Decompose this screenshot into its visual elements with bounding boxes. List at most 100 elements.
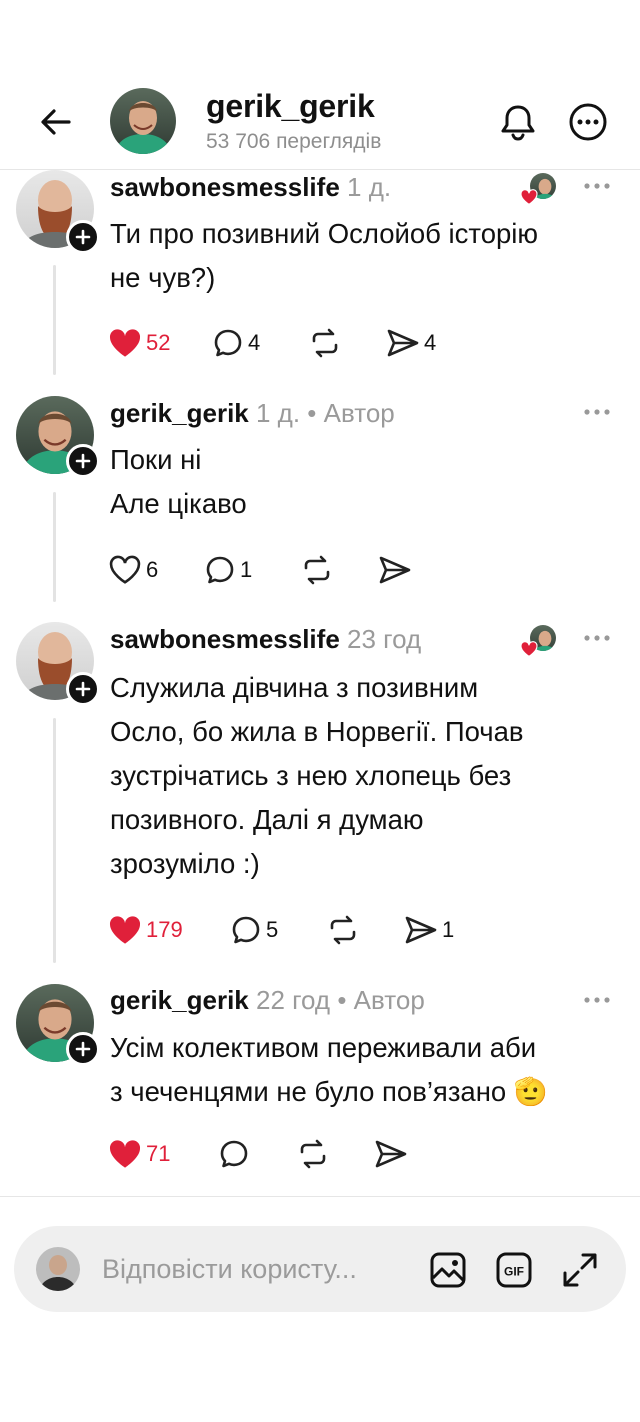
comment-actions: 179 5 1 xyxy=(108,910,484,950)
repost-icon xyxy=(300,1139,326,1169)
repost-icon xyxy=(304,555,330,585)
page-title: gerik_gerik xyxy=(206,88,375,124)
more-icon xyxy=(584,183,610,189)
author-badge: • Автор xyxy=(337,985,425,1015)
share-button[interactable]: 1 xyxy=(404,910,484,950)
like-count: 52 xyxy=(146,330,171,355)
more-icon xyxy=(584,635,610,641)
comment-text: Усім колективом переживали аби з чеченця… xyxy=(110,1032,549,1107)
comment-username[interactable]: sawbonesmesslife xyxy=(110,624,340,654)
comment-text: Поки ні Але цікаво xyxy=(110,444,247,519)
image-icon xyxy=(430,1252,466,1288)
share-button[interactable] xyxy=(378,550,438,590)
comment-actions: 6 1 xyxy=(108,550,438,590)
heart-icon xyxy=(520,641,538,657)
send-icon xyxy=(387,329,419,357)
follow-button[interactable] xyxy=(66,220,100,254)
like-button[interactable]: 179 xyxy=(108,910,230,950)
comment-meta: gerik_gerik 1 д. • Автор xyxy=(110,398,395,429)
gif-icon: GIF xyxy=(496,1252,532,1288)
header-avatar[interactable] xyxy=(110,88,176,154)
comment-meta: sawbonesmesslife 23 год xyxy=(110,624,421,655)
like-button[interactable]: 52 xyxy=(108,323,212,363)
repost-button[interactable] xyxy=(296,1134,374,1174)
follow-button[interactable] xyxy=(66,444,100,478)
like-count: 6 xyxy=(146,557,159,582)
comment-bubble-icon xyxy=(206,556,234,584)
view-count: 53 706 переглядів xyxy=(206,130,382,153)
comment-time: 1 д. xyxy=(347,172,392,202)
reply-composer: GIF xyxy=(14,1226,626,1312)
send-icon xyxy=(375,1140,407,1168)
send-icon xyxy=(405,916,437,944)
svg-text:GIF: GIF xyxy=(504,1265,524,1279)
follow-button[interactable] xyxy=(66,1032,100,1066)
comment-more-button[interactable] xyxy=(578,172,616,200)
heart-icon xyxy=(109,329,141,357)
share-count: 4 xyxy=(424,330,437,355)
reply-button[interactable] xyxy=(218,1134,296,1174)
thread-line xyxy=(53,718,56,963)
comment-more-button[interactable] xyxy=(578,624,616,652)
bell-icon xyxy=(501,105,535,141)
arrow-left-icon xyxy=(41,109,71,135)
plus-icon xyxy=(75,229,91,245)
comment-username[interactable]: sawbonesmesslife xyxy=(110,172,340,202)
reply-button[interactable]: 5 xyxy=(230,910,326,950)
more-icon xyxy=(584,997,610,1003)
reply-count: 1 xyxy=(240,557,253,582)
reply-input[interactable] xyxy=(102,1250,412,1288)
more-options-button[interactable] xyxy=(564,98,612,146)
comment-username[interactable]: gerik_gerik xyxy=(110,985,249,1015)
author-badge: • Автор xyxy=(307,398,395,428)
notifications-button[interactable] xyxy=(494,98,542,146)
comment-bubble-icon xyxy=(214,329,242,357)
like-button[interactable]: 6 xyxy=(108,550,204,590)
reply-button[interactable]: 1 xyxy=(204,550,300,590)
liked-by-author xyxy=(520,623,560,657)
share-button[interactable]: 4 xyxy=(386,323,466,363)
heart-icon xyxy=(109,555,141,584)
divider xyxy=(0,1196,640,1197)
heart-icon xyxy=(109,1140,141,1168)
more-circle-icon xyxy=(569,103,607,141)
comment-text: Служила дівчина з позивним Осло, бо жила… xyxy=(110,672,524,879)
comment-time: 23 год xyxy=(347,624,422,654)
expand-button[interactable] xyxy=(558,1248,602,1292)
expand-icon xyxy=(563,1253,597,1287)
comment-more-button[interactable] xyxy=(578,986,616,1014)
comment-actions: 52 4 4 xyxy=(108,323,466,363)
heart-icon xyxy=(520,189,538,205)
repost-icon xyxy=(312,328,338,358)
repost-button[interactable] xyxy=(326,910,404,950)
share-button[interactable] xyxy=(374,1134,434,1174)
like-button[interactable]: 71 xyxy=(108,1134,218,1174)
back-button[interactable] xyxy=(32,98,80,146)
avatar xyxy=(36,1247,80,1291)
plus-icon xyxy=(75,681,91,697)
comment-meta: sawbonesmesslife 1 д. xyxy=(110,172,391,203)
comment-more-button[interactable] xyxy=(578,398,616,426)
comment-bubble-icon xyxy=(220,1140,248,1168)
repost-button[interactable] xyxy=(308,323,386,363)
repost-button[interactable] xyxy=(300,550,378,590)
plus-icon xyxy=(75,1041,91,1057)
follow-button[interactable] xyxy=(66,672,100,706)
top-bar: gerik_gerik 53 706 переглядів xyxy=(0,0,640,170)
comment-time: 1 д. xyxy=(255,398,301,428)
share-count: 1 xyxy=(442,917,455,942)
thread-line xyxy=(53,492,56,602)
like-count: 179 xyxy=(146,917,183,942)
comment-meta: gerik_gerik 22 год • Автор xyxy=(110,985,425,1016)
reply-count: 5 xyxy=(266,917,279,942)
like-count: 71 xyxy=(146,1141,171,1166)
reply-button[interactable]: 4 xyxy=(212,323,308,363)
heart-icon xyxy=(109,916,141,944)
more-icon xyxy=(584,409,610,415)
comment-username[interactable]: gerik_gerik xyxy=(110,398,249,428)
comment-actions: 71 xyxy=(108,1134,434,1174)
repost-icon xyxy=(330,915,356,945)
gif-button[interactable]: GIF xyxy=(492,1248,536,1292)
liked-by-author xyxy=(520,171,560,205)
attach-image-button[interactable] xyxy=(426,1248,470,1292)
